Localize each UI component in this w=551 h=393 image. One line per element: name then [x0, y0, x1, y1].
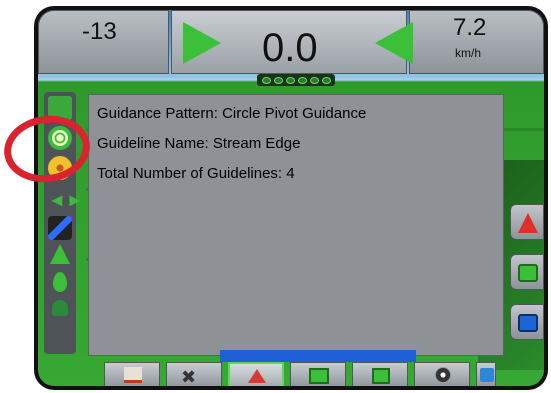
marker-icon[interactable] — [50, 244, 70, 264]
guidance-button[interactable] — [228, 362, 284, 386]
cross-track-value: -13 — [82, 18, 117, 45]
lightbar-led — [297, 76, 307, 84]
lightbar-led — [309, 76, 319, 84]
steering-icon[interactable]: ◄► — [48, 190, 84, 214]
data-icon — [480, 368, 494, 382]
guidance-icon — [248, 369, 266, 383]
top-status-bar: -13 0.0 7.2 km/h — [38, 10, 544, 86]
applied-coverage-strip — [220, 350, 416, 362]
gauge-icon — [435, 367, 451, 383]
guideline-count-label: Total Number of Guidelines: 4 — [97, 165, 295, 182]
guideline-name-label: Guideline Name: Stream Edge — [97, 135, 301, 152]
field-view-button[interactable] — [510, 254, 544, 290]
display-bezel: -13 0.0 7.2 km/h ◄► Guidance Pattern: Ci… — [34, 6, 548, 390]
vehicle-view-icon — [518, 213, 538, 233]
lightbar-indicator — [257, 74, 335, 86]
lightbar-led — [261, 76, 271, 84]
guidance-pattern-label: Guidance Pattern: Circle Pivot Guidance — [97, 105, 367, 122]
lightbar-led — [321, 76, 331, 84]
speed-value: 7.2 — [453, 14, 487, 41]
data-button[interactable] — [476, 362, 496, 386]
tools-button[interactable]: ✖ — [166, 362, 222, 386]
drop-icon[interactable] — [53, 272, 67, 292]
section-button[interactable] — [352, 362, 408, 386]
guideline-info-panel: Guidance Pattern: Circle Pivot Guidance … — [88, 94, 504, 356]
steer-left-arrow-icon — [375, 22, 413, 64]
speed-unit: km/h — [455, 46, 482, 60]
gauge-button[interactable] — [414, 362, 470, 386]
main-menu-bar: ✖ — [104, 362, 496, 386]
section-icon — [372, 368, 390, 384]
lightbar-led — [285, 76, 295, 84]
guidance-screen: -13 0.0 7.2 km/h ◄► Guidance Pattern: Ci… — [38, 10, 544, 386]
steer-right-arrow-icon — [183, 22, 221, 64]
field-view-icon — [518, 264, 538, 282]
lightbar-led — [273, 76, 283, 84]
tools-icon[interactable] — [48, 216, 72, 240]
field-flag-button[interactable] — [290, 362, 346, 386]
bound-view-icon — [518, 314, 538, 332]
home-icon — [124, 367, 142, 383]
vehicle-view-button[interactable] — [510, 204, 544, 240]
field-flag-icon — [309, 368, 329, 384]
home-button[interactable] — [104, 362, 160, 386]
user-icon[interactable] — [52, 300, 68, 316]
tools-icon: ✖ — [181, 367, 197, 386]
bound-view-button[interactable] — [510, 304, 544, 340]
heading-error-value: 0.0 — [262, 26, 318, 70]
